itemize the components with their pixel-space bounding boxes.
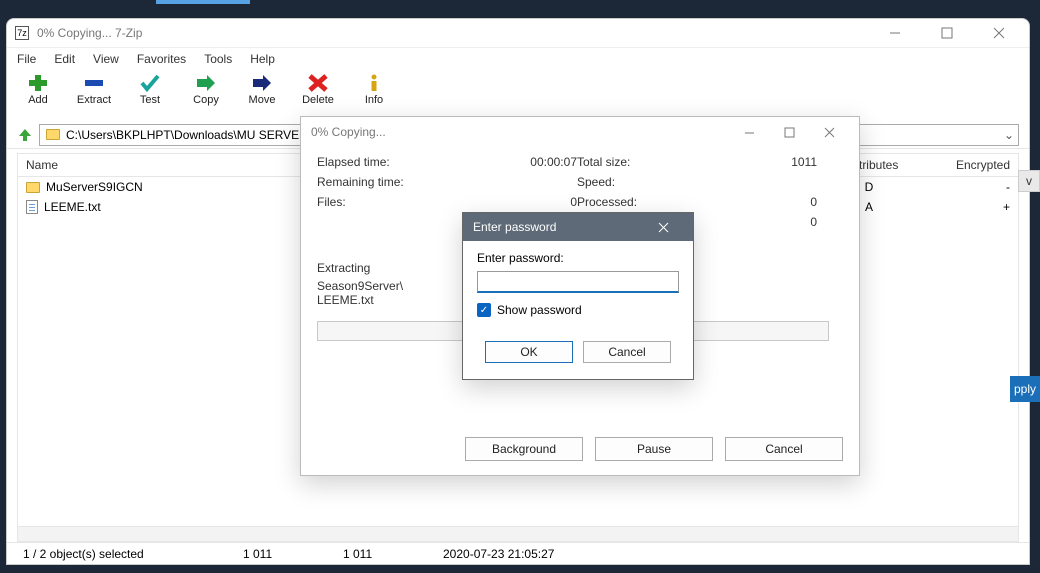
tb-add[interactable]: Add bbox=[17, 73, 59, 106]
elapsed-label: Elapsed time: bbox=[317, 155, 457, 169]
statusbar: 1 / 2 object(s) selected 1 011 1 011 202… bbox=[7, 542, 1029, 564]
status-selection: 1 / 2 object(s) selected bbox=[13, 547, 233, 561]
total-value: 1011 bbox=[697, 155, 817, 169]
files-value: 0 bbox=[457, 195, 577, 209]
path-text: C:\Users\BKPLHPT\Downloads\MU SERVER\ bbox=[66, 128, 311, 142]
background-button[interactable]: Background bbox=[465, 437, 583, 461]
copy-close-button[interactable] bbox=[809, 117, 849, 147]
checkbox-checked-icon: ✓ bbox=[477, 303, 491, 317]
background-apply-button[interactable]: pply bbox=[1010, 376, 1040, 402]
app-icon: 7z bbox=[15, 26, 29, 40]
status-date: 2020-07-23 21:05:27 bbox=[433, 547, 633, 561]
cancel-button[interactable]: Cancel bbox=[725, 437, 843, 461]
titlebar[interactable]: 7z 0% Copying... 7-Zip bbox=[7, 19, 1029, 47]
password-dialog-title: Enter password bbox=[473, 220, 643, 234]
toolbar: Add Extract Test Copy Move Delete Info bbox=[7, 69, 1029, 121]
arrow-move-icon bbox=[250, 73, 274, 93]
tb-test[interactable]: Test bbox=[129, 73, 171, 106]
password-input[interactable] bbox=[477, 271, 679, 293]
x-icon bbox=[306, 73, 330, 93]
background-tab-highlight bbox=[156, 0, 250, 4]
menu-file[interactable]: File bbox=[17, 52, 36, 66]
remaining-label: Remaining time: bbox=[317, 175, 457, 189]
password-dialog: Enter password Enter password: ✓ Show pa… bbox=[462, 212, 694, 380]
folder-icon bbox=[26, 182, 40, 193]
ok-button[interactable]: OK bbox=[485, 341, 573, 363]
col-encrypted[interactable]: Encrypted bbox=[928, 158, 1018, 172]
show-password-checkbox[interactable]: ✓ Show password bbox=[477, 303, 679, 317]
tb-extract[interactable]: Extract bbox=[73, 73, 115, 106]
pause-button[interactable]: Pause bbox=[595, 437, 713, 461]
close-button[interactable] bbox=[977, 19, 1021, 47]
tb-move[interactable]: Move bbox=[241, 73, 283, 106]
speed-value bbox=[697, 175, 817, 189]
plus-icon bbox=[26, 73, 50, 93]
menu-help[interactable]: Help bbox=[250, 52, 275, 66]
copy-dialog-titlebar[interactable]: 0% Copying... bbox=[301, 117, 859, 147]
file-enc: - bbox=[930, 180, 1010, 194]
window-title: 0% Copying... 7-Zip bbox=[37, 26, 865, 40]
file-icon bbox=[26, 200, 38, 214]
show-password-label: Show password bbox=[497, 303, 582, 317]
password-close-button[interactable] bbox=[643, 212, 683, 242]
processed-value: 0 bbox=[697, 195, 817, 209]
speed-label: Speed: bbox=[577, 175, 697, 189]
minimize-button[interactable] bbox=[873, 19, 917, 47]
tb-copy[interactable]: Copy bbox=[185, 73, 227, 106]
processed-extra: 0 bbox=[697, 215, 817, 229]
status-size1: 1 011 bbox=[233, 547, 333, 561]
elapsed-value: 00:00:07 bbox=[457, 155, 577, 169]
processed-label: Processed: bbox=[577, 195, 697, 209]
background-letter: v bbox=[1018, 170, 1040, 192]
menu-tools[interactable]: Tools bbox=[204, 52, 232, 66]
tb-info[interactable]: Info bbox=[353, 73, 395, 106]
cancel-button[interactable]: Cancel bbox=[583, 341, 671, 363]
password-label: Enter password: bbox=[477, 251, 679, 265]
up-button[interactable] bbox=[17, 128, 33, 142]
remaining-value bbox=[457, 175, 577, 189]
horizontal-scrollbar[interactable] bbox=[17, 526, 1019, 542]
tb-delete[interactable]: Delete bbox=[297, 73, 339, 106]
status-size2: 1 011 bbox=[333, 547, 433, 561]
menu-edit[interactable]: Edit bbox=[54, 52, 75, 66]
arrow-right-icon bbox=[194, 73, 218, 93]
copy-minimize-button[interactable] bbox=[729, 117, 769, 147]
folder-icon bbox=[46, 129, 60, 140]
files-label: Files: bbox=[317, 195, 457, 209]
minus-icon bbox=[82, 73, 106, 93]
check-icon bbox=[138, 73, 162, 93]
info-icon bbox=[362, 73, 386, 93]
menubar: File Edit View Favorites Tools Help bbox=[7, 47, 1029, 69]
file-enc: + bbox=[930, 200, 1010, 214]
maximize-button[interactable] bbox=[925, 19, 969, 47]
copy-dialog-title: 0% Copying... bbox=[311, 125, 729, 139]
copy-maximize-button[interactable] bbox=[769, 117, 809, 147]
menu-favorites[interactable]: Favorites bbox=[137, 52, 186, 66]
total-label: Total size: bbox=[577, 155, 697, 169]
chevron-down-icon[interactable]: ⌄ bbox=[1004, 128, 1014, 142]
password-dialog-titlebar[interactable]: Enter password bbox=[463, 213, 693, 241]
menu-view[interactable]: View bbox=[93, 52, 119, 66]
